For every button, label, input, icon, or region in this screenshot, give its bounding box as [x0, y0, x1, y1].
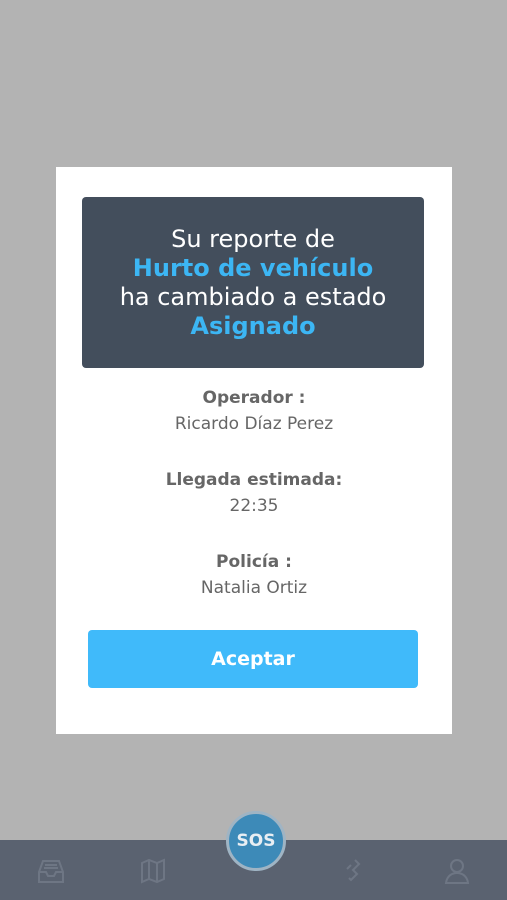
- inbox-icon[interactable]: [34, 854, 68, 888]
- sos-button[interactable]: SOS: [226, 811, 286, 871]
- user-icon[interactable]: [440, 854, 474, 888]
- operator-field: Operador : Ricardo Díaz Perez: [56, 385, 452, 437]
- accept-button[interactable]: Aceptar: [88, 630, 418, 688]
- eta-label: Llegada estimada:: [165, 470, 343, 490]
- status-banner: Su reporte de Hurto de vehículo ha cambi…: [82, 197, 424, 368]
- banner-line-1: Su reporte de: [171, 224, 335, 253]
- operator-value: Ricardo Díaz Perez: [174, 414, 334, 434]
- report-type: Hurto de vehículo: [132, 253, 374, 282]
- police-label: Policía :: [216, 552, 292, 572]
- map-icon[interactable]: [136, 854, 170, 888]
- eta-value: 22:35: [229, 496, 279, 516]
- operator-label: Operador :: [202, 388, 306, 408]
- chat-icon[interactable]: [338, 854, 372, 888]
- eta-field: Llegada estimada: 22:35: [56, 467, 452, 519]
- banner-line-3: ha cambiado a estado: [119, 282, 387, 311]
- police-value: Natalia Ortiz: [200, 578, 308, 598]
- police-field: Policía : Natalia Ortiz: [56, 549, 452, 601]
- status-dialog: Su reporte de Hurto de vehículo ha cambi…: [56, 167, 452, 734]
- report-status: Asignado: [190, 311, 316, 340]
